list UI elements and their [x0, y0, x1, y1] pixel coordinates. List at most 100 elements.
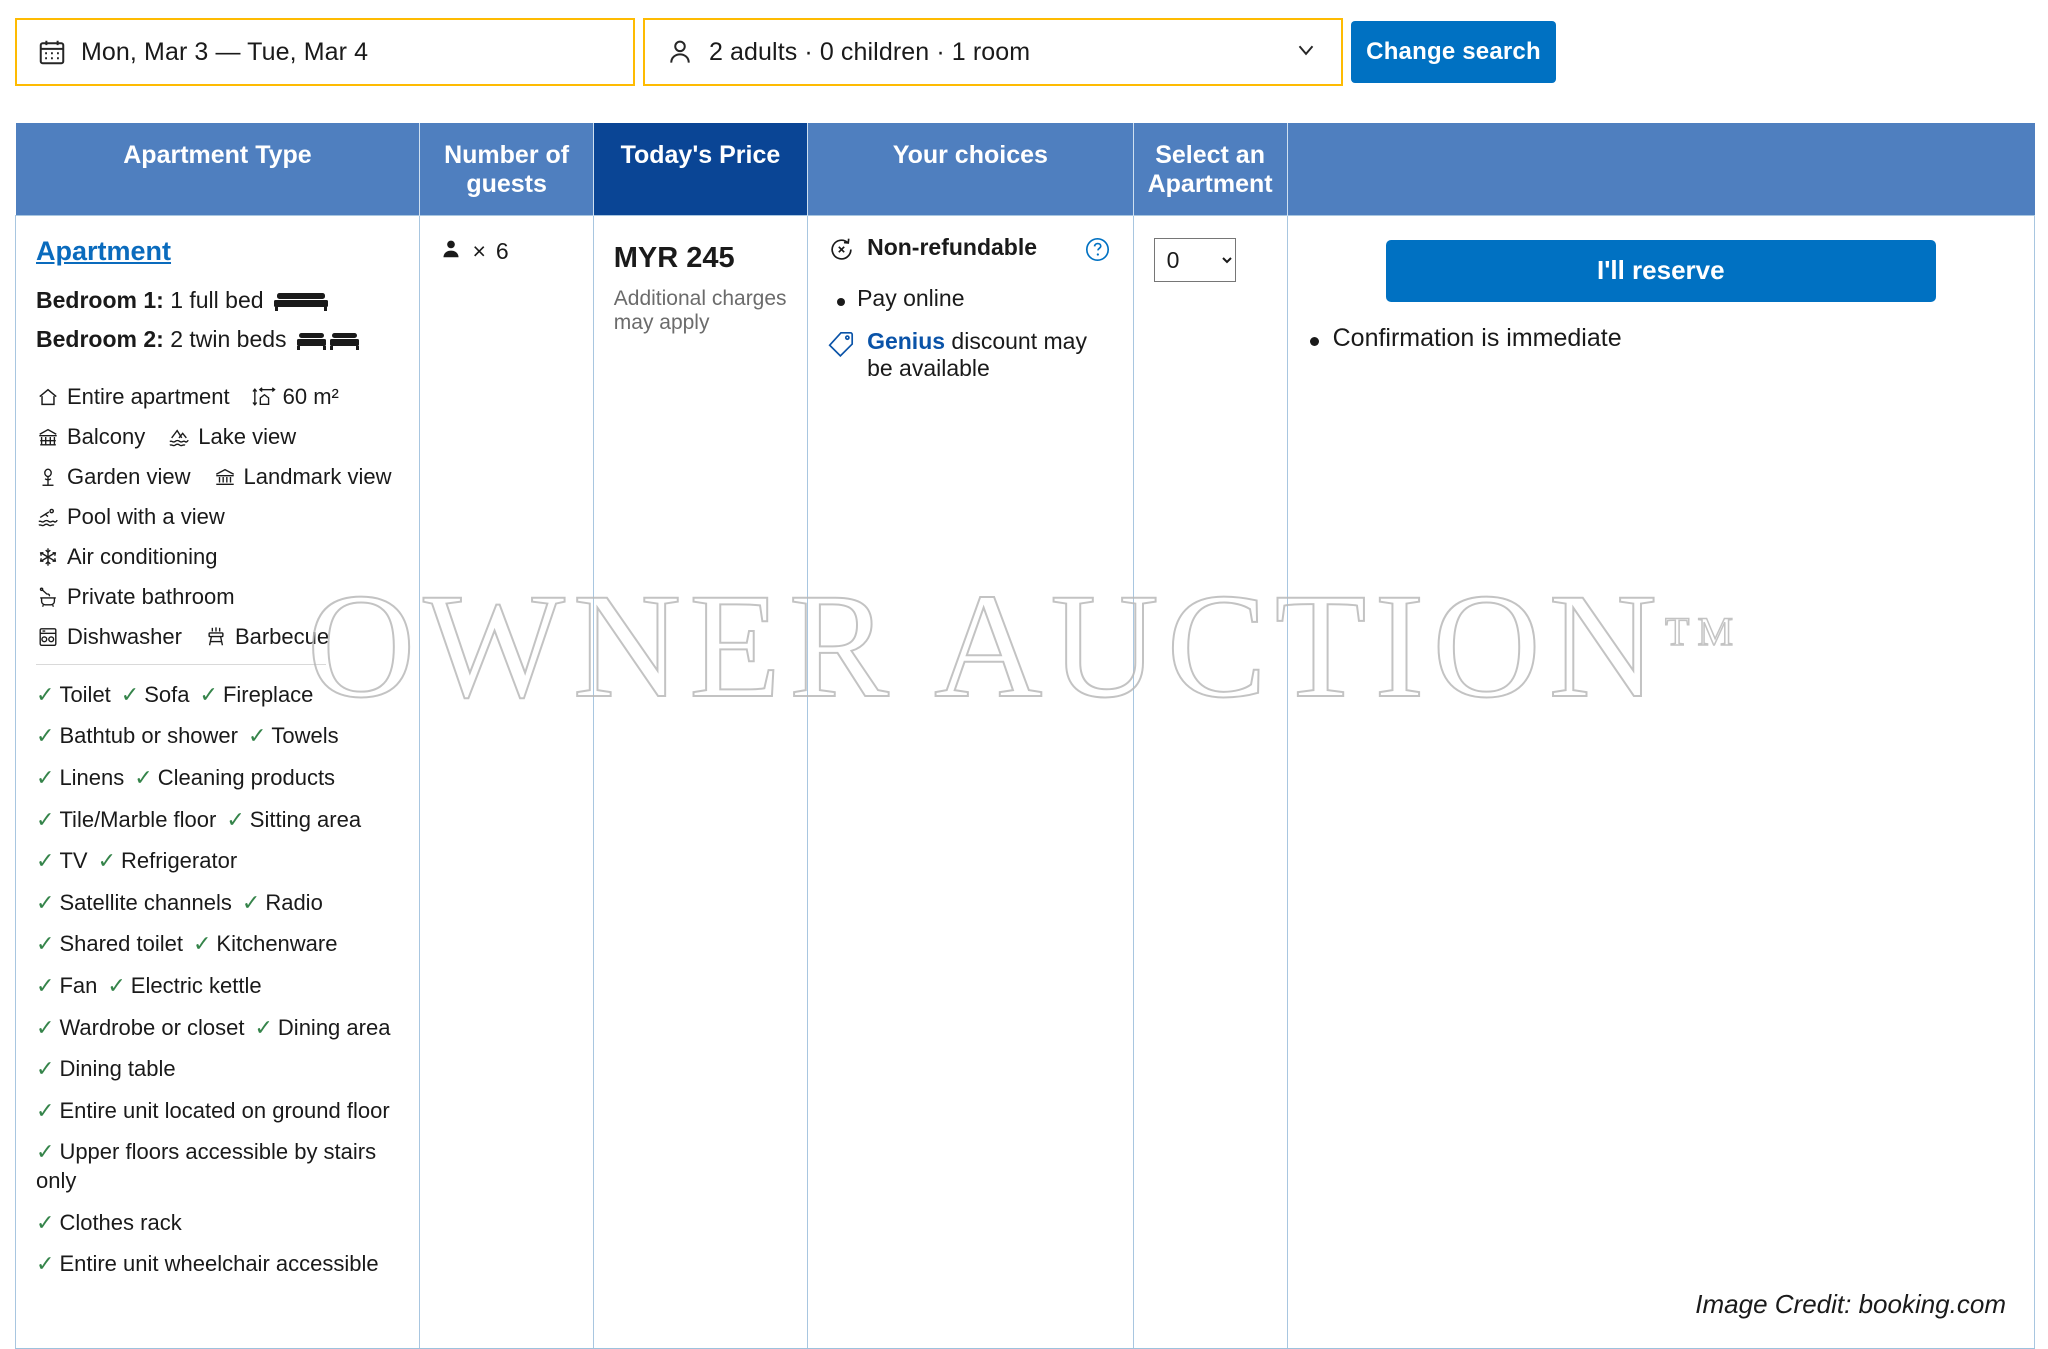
- check-icon: ✓: [36, 806, 55, 832]
- amenity-item: ✓ Sofa: [121, 682, 190, 707]
- amenity-label: Bathtub or shower: [59, 723, 238, 749]
- check-icon: ✓: [36, 1014, 55, 1040]
- amenity-item: ✓ Upper floors accessible by stairs only: [36, 1139, 376, 1193]
- dishwasher-icon: [36, 625, 60, 649]
- choice-pay-online: Pay online: [828, 285, 1119, 312]
- choice-policy: Non-refundable: [828, 234, 1119, 269]
- lake-view-icon: [167, 425, 191, 449]
- amenity-list: ✓ Toilet ✓ Sofa ✓ Fireplace ✓ Bathtub or showe…: [36, 681, 405, 1279]
- date-range-field[interactable]: Mon, Mar 3 — Tue, Mar 4: [15, 18, 635, 86]
- amenity-label: Cleaning products: [157, 764, 336, 790]
- amenity-item: ✓ Towels: [248, 723, 339, 748]
- amenity-label: Refrigerator: [121, 848, 238, 874]
- amenity-row: ✓ Entire unit located on ground floor: [36, 1097, 405, 1126]
- check-icon: ✓: [36, 931, 55, 957]
- amenity-row: ✓ TV ✓ Refrigerator: [36, 847, 405, 876]
- reserve-button[interactable]: I'll reserve: [1385, 239, 1936, 302]
- amenity-label: Dining table: [59, 1056, 176, 1082]
- check-icon: ✓: [36, 1056, 55, 1082]
- amenity-item: ✓ Entire unit located on ground floor: [36, 1098, 390, 1123]
- check-icon: ✓: [241, 889, 261, 915]
- facility-lake-view: Lake view: [167, 424, 296, 450]
- help-circle-icon[interactable]: [1084, 236, 1111, 268]
- amenity-label: Kitchenware: [216, 931, 338, 957]
- amenity-label: TV: [59, 848, 88, 874]
- facility-amenity-divider: [36, 663, 326, 665]
- facility-label: Dishwasher: [67, 623, 182, 649]
- column-header-reserve: [1287, 123, 2035, 215]
- guest-multiplier: ×: [472, 238, 486, 264]
- amenity-row: ✓ Bathtub or shower ✓ Towels: [36, 722, 405, 751]
- facility-row: Dishwasher Barbecue: [36, 624, 405, 650]
- facility-barbecue: Barbecue: [204, 624, 329, 650]
- amenity-item: ✓ Clothes rack: [36, 1210, 182, 1235]
- facility-row: Private bathroom: [36, 584, 405, 610]
- barbecue-icon: [204, 625, 228, 649]
- facility-label: Pool with a view: [67, 503, 225, 529]
- amenity-label: Satellite channels: [59, 889, 232, 915]
- facility-row: Garden view Landmark view: [36, 464, 405, 490]
- landmark-view-icon: [213, 465, 237, 489]
- home-icon: [36, 385, 60, 409]
- amenity-item: ✓ Wardrobe or closet: [36, 1015, 244, 1040]
- amenity-label: Sitting area: [249, 806, 362, 832]
- amenity-item: ✓ Dining area: [254, 1015, 390, 1040]
- facility-garden-view: Garden view: [36, 464, 191, 490]
- amenity-label: Dining area: [277, 1014, 391, 1040]
- table-header: Apartment Type Number of guests Today's …: [15, 123, 2035, 215]
- bedroom-2-line: Bedroom 2: 2 twin beds: [36, 322, 405, 362]
- check-icon: ✓: [36, 764, 55, 790]
- facility-air-conditioning: Air conditioning: [36, 544, 217, 570]
- amenity-row: ✓ Clothes rack: [36, 1209, 405, 1238]
- price-amount: MYR 245: [613, 241, 735, 274]
- amenity-label: Entire unit located on ground floor: [59, 1097, 390, 1123]
- amenity-row: ✓ Satellite channels ✓ Radio: [36, 889, 405, 918]
- check-icon: ✓: [199, 681, 218, 707]
- amenity-item: ✓ TV: [36, 848, 88, 873]
- facility-label: Barbecue: [234, 623, 330, 649]
- amenity-label: Towels: [271, 723, 339, 749]
- amenity-item: ✓ Linens: [36, 765, 124, 790]
- amenity-label: Upper floors accessible by stairs only: [36, 1139, 377, 1193]
- chevron-down-icon[interactable]: [1293, 37, 1319, 68]
- check-icon: ✓: [254, 1014, 273, 1040]
- tag-icon: [828, 330, 855, 363]
- bedroom-1-line: Bedroom 1: 1 full bed: [36, 283, 405, 323]
- booking-room-table-page: Mon, Mar 3 — Tue, Mar 4 2 adults · 0 chi…: [0, 0, 2048, 1349]
- cell-todays-price: MYR 245 Additional charges may apply: [593, 214, 809, 1349]
- amenity-row: ✓ Linens ✓ Cleaning products: [36, 764, 405, 793]
- genius-label[interactable]: Genius: [867, 328, 945, 354]
- check-icon: ✓: [36, 723, 55, 749]
- facility-dishwasher: Dishwasher: [36, 624, 182, 650]
- facility-label: Private bathroom: [67, 583, 235, 609]
- image-credit: Image Credit: booking.com: [1695, 1288, 2006, 1319]
- check-icon: ✓: [36, 972, 55, 998]
- amenity-item: ✓ Shared toilet: [36, 931, 183, 956]
- pool-view-icon: [36, 505, 60, 529]
- amenity-row: ✓ Entire unit wheelchair accessible: [36, 1250, 405, 1279]
- column-header-apartment-type: Apartment Type: [15, 123, 421, 215]
- apartment-quantity-select[interactable]: 0 1 2 3 4: [1153, 237, 1236, 282]
- occupancy-field[interactable]: 2 adults · 0 children · 1 room: [643, 18, 1343, 86]
- check-icon: ✓: [36, 1209, 55, 1235]
- amenity-item: ✓ Electric kettle: [107, 973, 261, 998]
- choice-pay-label: Pay online: [857, 284, 965, 311]
- amenity-item: ✓ Radio: [242, 890, 323, 915]
- check-icon: ✓: [97, 848, 116, 874]
- area-size-icon: [252, 385, 276, 409]
- choice-genius-discount: Genius discount may be available: [828, 328, 1119, 382]
- full-bed-icon: [273, 287, 328, 323]
- change-search-button[interactable]: Change search: [1351, 21, 1556, 83]
- twin-beds-icon: [296, 326, 359, 362]
- guest-count: 6: [495, 238, 509, 264]
- check-icon: ✓: [36, 848, 55, 874]
- apartment-type-link[interactable]: Apartment: [36, 236, 171, 267]
- amenity-row: ✓ Wardrobe or closet ✓ Dining area: [36, 1014, 405, 1043]
- cell-your-choices: Non-refundable Pay online Genius discoun…: [807, 214, 1134, 1349]
- amenity-label: Tile/Marble floor: [59, 806, 217, 832]
- amenity-row: ✓ Tile/Marble floor ✓ Sitting area: [36, 806, 405, 835]
- price-note: Additional charges may apply: [613, 286, 787, 334]
- guest-person-icon: [440, 238, 462, 266]
- facility-label: Landmark view: [243, 463, 392, 489]
- amenity-item: ✓ Kitchenware: [193, 931, 338, 956]
